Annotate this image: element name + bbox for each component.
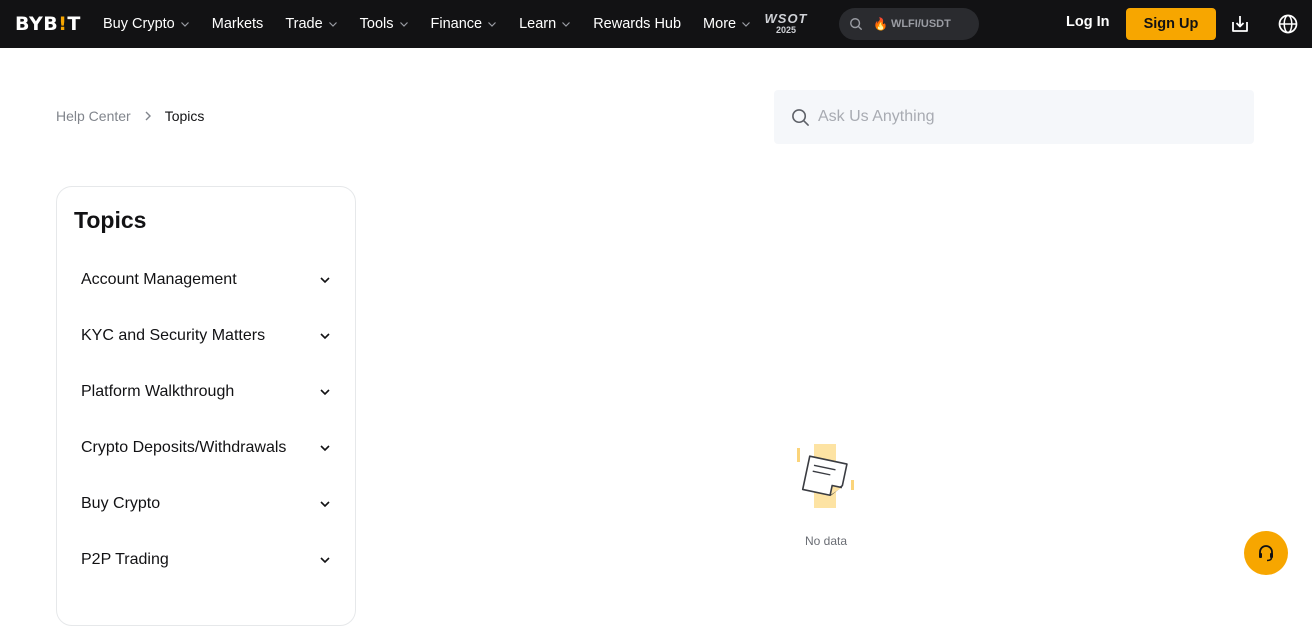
topic-item-label: Account Management — [81, 271, 237, 288]
nav-item-label: Tools — [359, 16, 394, 32]
main-nav: Buy Crypto Markets Trade Tools Finance Learn R… — [92, 0, 762, 48]
topic-item-label: P2P Trading — [81, 551, 169, 568]
search-icon — [850, 18, 862, 30]
nav-item-finance[interactable]: Finance — [420, 0, 509, 48]
topic-item-crypto-deposits-withdrawals[interactable]: Crypto Deposits/Withdrawals — [81, 428, 331, 468]
chevron-down-icon — [180, 22, 189, 27]
topic-item-label: KYC and Security Matters — [81, 327, 266, 344]
help-search-input[interactable] — [818, 108, 1218, 126]
topic-item-label: Crypto Deposits/Withdrawals — [81, 439, 287, 456]
topics-panel: Topics Account Management KYC and Securit… — [56, 186, 356, 626]
logo-text-post: T — [67, 13, 81, 35]
support-chat-button[interactable] — [1244, 531, 1288, 575]
globe-icon[interactable] — [1277, 13, 1299, 35]
empty-state-text: No data — [804, 534, 848, 548]
chevron-down-icon — [562, 22, 571, 27]
nav-item-label: Markets — [211, 16, 264, 32]
topic-item-buy-crypto[interactable]: Buy Crypto — [81, 484, 331, 524]
chevron-down-icon — [320, 557, 330, 564]
top-nav-bar: BYB! T Buy Crypto Markets Trade Tools Finance… — [0, 0, 1312, 48]
chevron-down-icon — [320, 333, 330, 340]
nav-item-tools[interactable]: Tools — [349, 0, 420, 48]
nav-item-buy-crypto[interactable]: Buy Crypto — [92, 0, 201, 48]
nav-item-more[interactable]: More — [692, 0, 762, 48]
logo-text-bang: ! — [58, 13, 68, 35]
topic-item-account-management[interactable]: Account Management — [81, 260, 331, 300]
nav-item-markets[interactable]: Markets — [201, 0, 275, 48]
chevron-down-icon — [328, 22, 337, 27]
signup-button[interactable]: Sign Up — [1126, 8, 1216, 40]
download-icon[interactable] — [1229, 13, 1251, 35]
nav-item-label: More — [703, 16, 737, 32]
trending-pair-label: WLFI/USDT — [890, 18, 951, 30]
nav-item-label: Rewards Hub — [593, 16, 682, 32]
topic-item-platform-walkthrough[interactable]: Platform Walkthrough — [81, 372, 331, 412]
nav-item-label: Learn — [519, 16, 557, 32]
event-badge-year: 2025 — [775, 25, 797, 35]
chevron-down-icon — [742, 22, 751, 27]
nav-item-rewards-hub[interactable]: Rewards Hub — [582, 0, 692, 48]
topics-title: Topics — [74, 207, 147, 233]
topic-item-label: Platform Walkthrough — [81, 383, 235, 400]
search-icon — [792, 108, 809, 126]
nav-item-label: Finance — [430, 16, 483, 32]
breadcrumb-help-center[interactable]: Help Center — [56, 108, 131, 124]
chevron-down-icon — [320, 445, 330, 452]
help-search-box[interactable] — [774, 90, 1254, 144]
fire-icon: 🔥 — [873, 17, 888, 31]
nav-item-trade[interactable]: Trade — [274, 0, 348, 48]
breadcrumb: Help Center Topics — [56, 108, 204, 124]
chevron-down-icon — [320, 277, 330, 284]
breadcrumb-current: Topics — [164, 108, 205, 124]
logo-text-pre: BYB — [15, 13, 59, 35]
chevron-down-icon — [488, 22, 497, 27]
topic-item-label: Buy Crypto — [81, 495, 161, 512]
nav-item-label: Buy Crypto — [103, 16, 175, 32]
nav-item-learn[interactable]: Learn — [508, 0, 582, 48]
headset-icon — [1259, 545, 1273, 562]
nav-search-box[interactable]: 🔥 WLFI/USDT — [839, 8, 979, 40]
nav-item-label: Trade — [285, 16, 323, 32]
empty-note-icon — [797, 444, 854, 508]
bybit-logo[interactable]: BYB! T — [15, 13, 81, 35]
chevron-down-icon — [320, 501, 330, 508]
wsot-event-badge[interactable]: WSOT 2025 — [757, 12, 815, 36]
chevron-down-icon — [320, 389, 330, 396]
topic-item-kyc-and-security-matters[interactable]: KYC and Security Matters — [81, 316, 331, 356]
topic-item-p2p-trading[interactable]: P2P Trading — [81, 540, 331, 580]
event-badge-title: WSOT — [764, 11, 808, 26]
chevron-right-icon — [145, 111, 151, 121]
login-button[interactable]: Log In — [1066, 14, 1110, 30]
chevron-down-icon — [399, 22, 408, 27]
